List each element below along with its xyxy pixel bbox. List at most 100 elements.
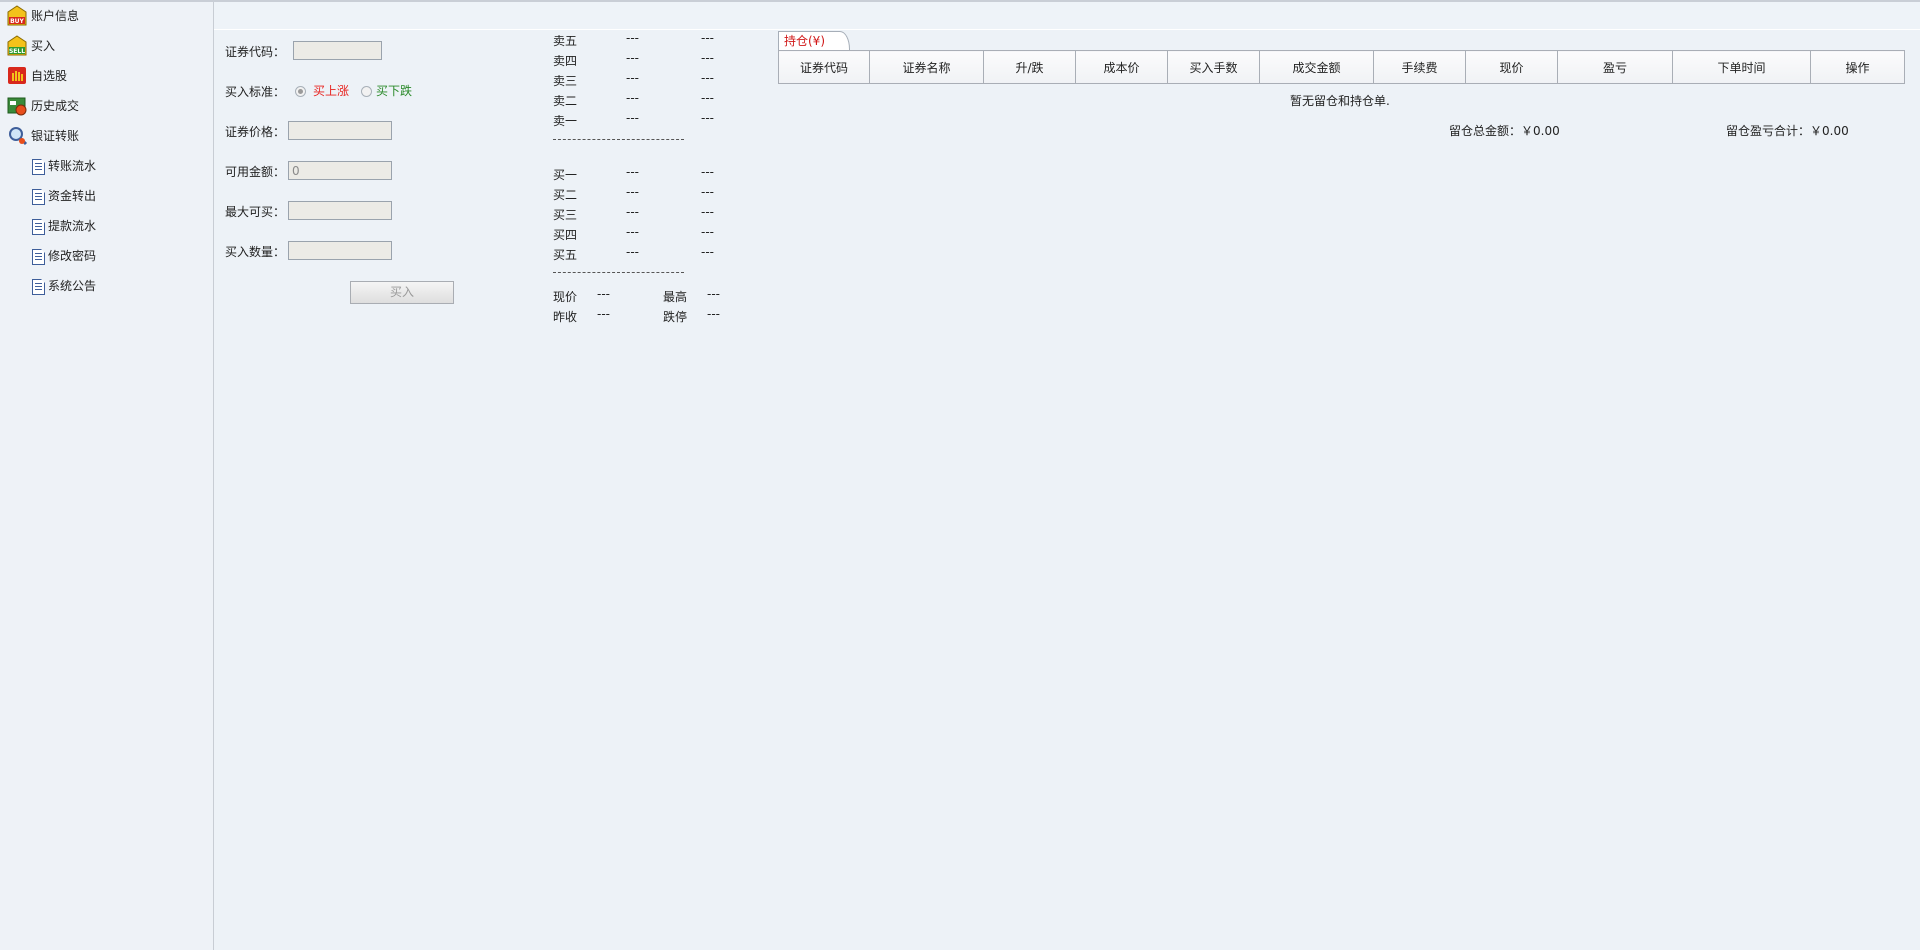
sell1-volume: --- [701,111,714,125]
sidebar-item-account-info[interactable]: BUY 账户信息 [7,5,79,27]
max-buy-input[interactable] [288,201,392,220]
sidebar-item-label: 提款流水 [48,219,97,233]
sell2-label: 卖二 [553,94,578,108]
price-input[interactable] [288,121,392,140]
sell2-price: --- [626,91,639,105]
buy3-volume: --- [701,205,714,219]
sell3-label: 卖三 [553,74,578,88]
max-buy-label: 最大可买： [225,205,286,219]
buy4-label: 买四 [553,228,578,242]
sidebar-item-label: 资金转出 [48,189,97,203]
sell1-label: 卖一 [553,114,578,128]
sell5-volume: --- [701,31,714,45]
orderbook-separator [553,272,684,273]
price-label: 证券价格： [225,125,286,139]
col-current-price: 现价 [1465,50,1558,84]
sidebar-item-label: 修改密码 [48,249,97,263]
col-deal-amount: 成交金额 [1259,50,1374,84]
sell4-price: --- [626,51,639,65]
sidebar-item-transfer-log[interactable]: 转账流水 [30,155,96,177]
limit-down-label: 跌停 [663,310,688,324]
magnifier-icon [7,125,28,147]
quantity-input[interactable] [288,241,392,260]
document-icon [30,218,46,235]
sell3-price: --- [626,71,639,85]
sidebar-item-change-password[interactable]: 修改密码 [30,245,96,267]
tab-holdings[interactable]: 持仓(¥) [778,31,850,50]
sidebar-item-label: 买入 [31,39,56,53]
buy3-price: --- [626,205,639,219]
current-price-label: 现价 [553,290,578,304]
svg-text:SELL: SELL [9,48,25,55]
buy2-volume: --- [701,185,714,199]
sidebar-item-buy[interactable]: SELL 买入 [7,35,55,57]
history-icon [7,95,28,117]
option-buy-down-label[interactable]: 买下跌 [376,82,412,99]
sell3-volume: --- [701,71,714,85]
buy5-volume: --- [701,245,714,259]
sidebar-item-label: 转账流水 [48,159,97,173]
sell-badge-icon: SELL [7,35,28,57]
svg-text:BUY: BUY [10,18,24,25]
sell4-label: 卖四 [553,54,578,68]
col-security-name: 证券名称 [869,50,984,84]
total-amount: 留仓总金额：￥0.00 [1449,124,1560,138]
col-security-code: 证券代码 [778,50,870,84]
col-pnl: 盈亏 [1557,50,1673,84]
document-icon [30,188,46,205]
sidebar-item-label: 自选股 [31,69,68,83]
sidebar: BUY 账户信息 SELL 买入 自选股 历史成交 银证转账 转账流水 资金转出 [0,2,214,950]
buy-button[interactable]: 买入 [350,281,454,304]
buy5-label: 买五 [553,248,578,262]
radio-buy-down[interactable] [361,86,372,97]
option-buy-up-label[interactable]: 买上涨 [313,82,349,99]
header-strip [214,2,1920,30]
sell5-price: --- [626,31,639,45]
buy1-volume: --- [701,165,714,179]
buy1-label: 买一 [553,168,578,182]
quantity-label: 买入数量： [225,245,286,259]
sidebar-item-label: 账户信息 [31,9,80,23]
sidebar-item-label: 历史成交 [31,99,80,113]
document-icon [30,158,46,175]
holdings-empty-message: 暂无留仓和持仓单. [1290,94,1390,108]
high-label: 最高 [663,290,688,304]
sidebar-item-watchlist[interactable]: 自选股 [7,65,67,87]
available-label: 可用金额： [225,165,286,179]
radio-buy-up[interactable] [295,86,306,97]
sell1-price: --- [626,111,639,125]
col-order-time: 下单时间 [1672,50,1811,84]
current-price-value: --- [597,287,610,301]
limit-down-value: --- [707,307,720,321]
sell4-volume: --- [701,51,714,65]
col-cost-price: 成本价 [1075,50,1168,84]
prev-close-label: 昨收 [553,310,578,324]
sidebar-item-bank-transfer[interactable]: 银证转账 [7,125,79,147]
sidebar-item-history[interactable]: 历史成交 [7,95,79,117]
buy4-volume: --- [701,225,714,239]
code-input[interactable] [293,41,382,60]
buy-badge-icon: BUY [7,5,28,27]
col-lots: 买入手数 [1167,50,1260,84]
document-icon [30,278,46,295]
buy4-price: --- [626,225,639,239]
code-label: 证券代码： [225,45,286,59]
available-input[interactable] [288,161,392,180]
sidebar-item-label: 银证转账 [31,129,80,143]
orderbook-separator [553,139,684,140]
standard-label: 买入标准： [225,85,286,99]
sidebar-item-announcements[interactable]: 系统公告 [30,275,96,297]
sidebar-item-label: 系统公告 [48,279,97,293]
sidebar-item-withdraw-log[interactable]: 提款流水 [30,215,96,237]
sell5-label: 卖五 [553,34,578,48]
col-direction: 升/跌 [983,50,1076,84]
sidebar-item-funds-out[interactable]: 资金转出 [30,185,96,207]
col-fee: 手续费 [1373,50,1466,84]
holdings-table: 证券代码 证券名称 升/跌 成本价 买入手数 成交金额 手续费 现价 盈亏 下单… [778,50,1905,84]
buy2-price: --- [626,185,639,199]
buy3-label: 买三 [553,208,578,222]
high-value: --- [707,287,720,301]
sell2-volume: --- [701,91,714,105]
col-action: 操作 [1810,50,1905,84]
buy2-label: 买二 [553,188,578,202]
